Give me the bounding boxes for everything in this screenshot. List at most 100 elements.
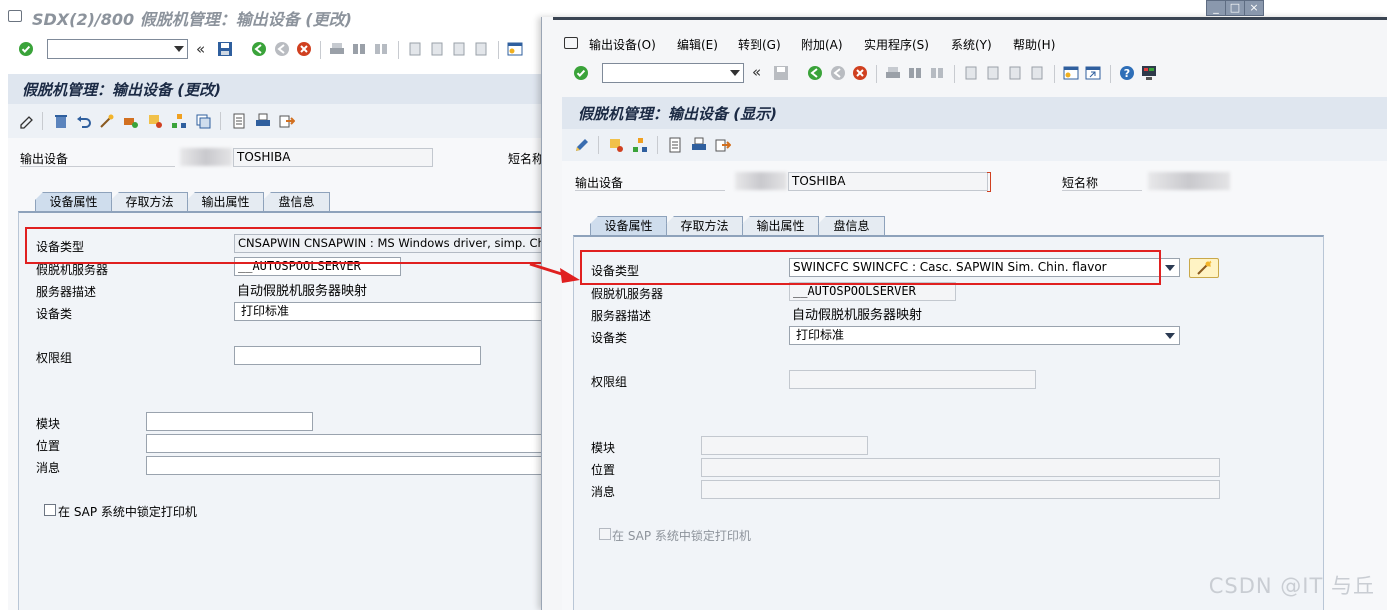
display-change-icon[interactable] (18, 112, 36, 130)
document-icon[interactable] (230, 112, 248, 130)
last-page-icon[interactable] (472, 40, 490, 58)
chevron-down-icon[interactable] (1165, 265, 1175, 271)
previous-page-icon[interactable] (428, 40, 446, 58)
document-icon[interactable] (666, 136, 684, 154)
printer-icon[interactable] (690, 136, 708, 154)
left-output-device-id-redacted (180, 148, 232, 166)
right-window-topbar (553, 17, 1387, 20)
window-controls: _ □ × (1198, 0, 1270, 17)
menu-utilities[interactable]: 实用程序(S) (864, 36, 929, 53)
right-location-field[interactable] (701, 458, 1220, 477)
minimize-icon[interactable]: _ (1206, 0, 1226, 16)
find-icon[interactable] (350, 40, 368, 58)
export-icon[interactable] (278, 112, 296, 130)
back-arrow-icon[interactable] (250, 40, 268, 58)
print-icon[interactable] (884, 64, 902, 82)
maximize-icon[interactable]: □ (1225, 0, 1245, 16)
left-output-device-field[interactable]: TOSHIBA (233, 148, 433, 167)
left-window-titlebar: SDX(2)/800 假脱机管理：输出设备 (更改) (0, 0, 545, 34)
right-tab-tray-info[interactable]: 盘信息 (818, 216, 885, 236)
back-arrow-icon[interactable] (806, 64, 824, 82)
window-menu-icon[interactable] (564, 37, 578, 49)
menu-output-device[interactable]: 输出设备(O) (589, 36, 656, 53)
find-next-icon[interactable] (372, 40, 390, 58)
right-output-device-label: 输出设备 (575, 176, 624, 190)
menu-system[interactable]: 系统(Y) (951, 36, 992, 53)
new-session-icon[interactable] (506, 40, 524, 58)
right-model-field[interactable] (701, 436, 868, 455)
menu-edit[interactable]: 编辑(E) (677, 36, 718, 53)
right-lock-printer-checkbox[interactable] (599, 528, 611, 540)
left-auth-group-field[interactable] (234, 346, 481, 365)
left-location-field[interactable] (146, 434, 545, 453)
left-lock-printer-checkbox[interactable] (44, 504, 56, 516)
transfer-icon[interactable] (122, 112, 140, 130)
pencil-icon[interactable] (573, 136, 591, 154)
left-message-field[interactable] (146, 456, 545, 475)
collapse-icon[interactable]: « (752, 63, 761, 81)
collapse-icon[interactable]: « (196, 40, 205, 58)
check-circle-icon[interactable] (572, 64, 590, 82)
find-next-icon[interactable] (928, 64, 946, 82)
right-auth-group-field[interactable] (789, 370, 1036, 389)
first-page-icon[interactable] (962, 64, 980, 82)
left-message-label: 消息 (36, 461, 61, 475)
printer-icon[interactable] (254, 112, 272, 130)
right-tab-access-method[interactable]: 存取方法 (666, 216, 743, 236)
command-field[interactable] (47, 39, 188, 59)
tree-icon[interactable] (170, 112, 188, 130)
left-model-field[interactable] (146, 412, 313, 431)
right-device-class-field[interactable]: 打印标准 (789, 326, 1180, 345)
new-session-icon[interactable] (1062, 64, 1080, 82)
left-output-device-label: 输出设备 (20, 152, 69, 166)
window-menu-icon[interactable] (8, 10, 22, 22)
copy-icon[interactable] (194, 112, 212, 130)
chevron-down-icon[interactable] (1165, 333, 1175, 339)
cancel-icon[interactable] (851, 64, 869, 82)
left-server-desc-value: 自动假脱机服务器映射 (237, 284, 368, 299)
tree-icon[interactable] (631, 136, 649, 154)
right-output-device-field[interactable]: TOSHIBA (788, 172, 988, 191)
left-tab-output-attributes[interactable]: 输出属性 (187, 192, 264, 212)
wand-icon[interactable] (98, 112, 116, 130)
close-icon[interactable]: × (1244, 0, 1264, 16)
menu-goto[interactable]: 转到(G) (738, 36, 781, 53)
left-tab-tray-info[interactable]: 盘信息 (263, 192, 330, 212)
delete-icon[interactable] (52, 112, 70, 130)
print-queue-icon[interactable] (607, 136, 625, 154)
right-message-field[interactable] (701, 480, 1220, 499)
check-circle-icon[interactable] (17, 40, 35, 58)
svg-text:?: ? (1124, 67, 1130, 80)
left-tab-access-method[interactable]: 存取方法 (111, 192, 188, 212)
right-spool-server-label: 假脱机服务器 (591, 287, 664, 301)
right-menu-bar: 输出设备(O) 编辑(E) 转到(G) 附加(A) 实用程序(S) 系统(Y) … (542, 31, 1387, 57)
right-tab-device-attributes[interactable]: 设备属性 (590, 216, 667, 236)
left-tab-device-attributes[interactable]: 设备属性 (35, 192, 112, 212)
right-model-label: 模块 (591, 441, 616, 455)
previous-page-icon[interactable] (984, 64, 1002, 82)
help-icon[interactable]: ? (1118, 64, 1136, 82)
right-tab-output-attributes[interactable]: 输出属性 (742, 216, 819, 236)
menu-help[interactable]: 帮助(H) (1013, 36, 1055, 53)
find-icon[interactable] (906, 64, 924, 82)
left-device-class-field[interactable]: 打印标准 (234, 302, 545, 321)
export-icon[interactable] (714, 136, 732, 154)
last-page-icon[interactable] (1028, 64, 1046, 82)
right-server-desc-label: 服务器描述 (591, 309, 652, 323)
menu-extras[interactable]: 附加(A) (801, 36, 843, 53)
command-field[interactable] (602, 63, 744, 83)
cancel-icon[interactable] (295, 40, 313, 58)
save-icon[interactable] (772, 64, 790, 82)
print-queue-icon[interactable] (146, 112, 164, 130)
shortcut-icon[interactable] (1084, 64, 1102, 82)
next-page-icon[interactable] (450, 40, 468, 58)
print-icon[interactable] (328, 40, 346, 58)
save-icon[interactable] (216, 40, 234, 58)
wand-icon[interactable] (1189, 258, 1219, 278)
undo-icon[interactable] (75, 112, 93, 130)
exit-icon[interactable] (273, 40, 291, 58)
customize-layout-icon[interactable] (1140, 64, 1158, 82)
next-page-icon[interactable] (1006, 64, 1024, 82)
exit-icon[interactable] (829, 64, 847, 82)
first-page-icon[interactable] (406, 40, 424, 58)
